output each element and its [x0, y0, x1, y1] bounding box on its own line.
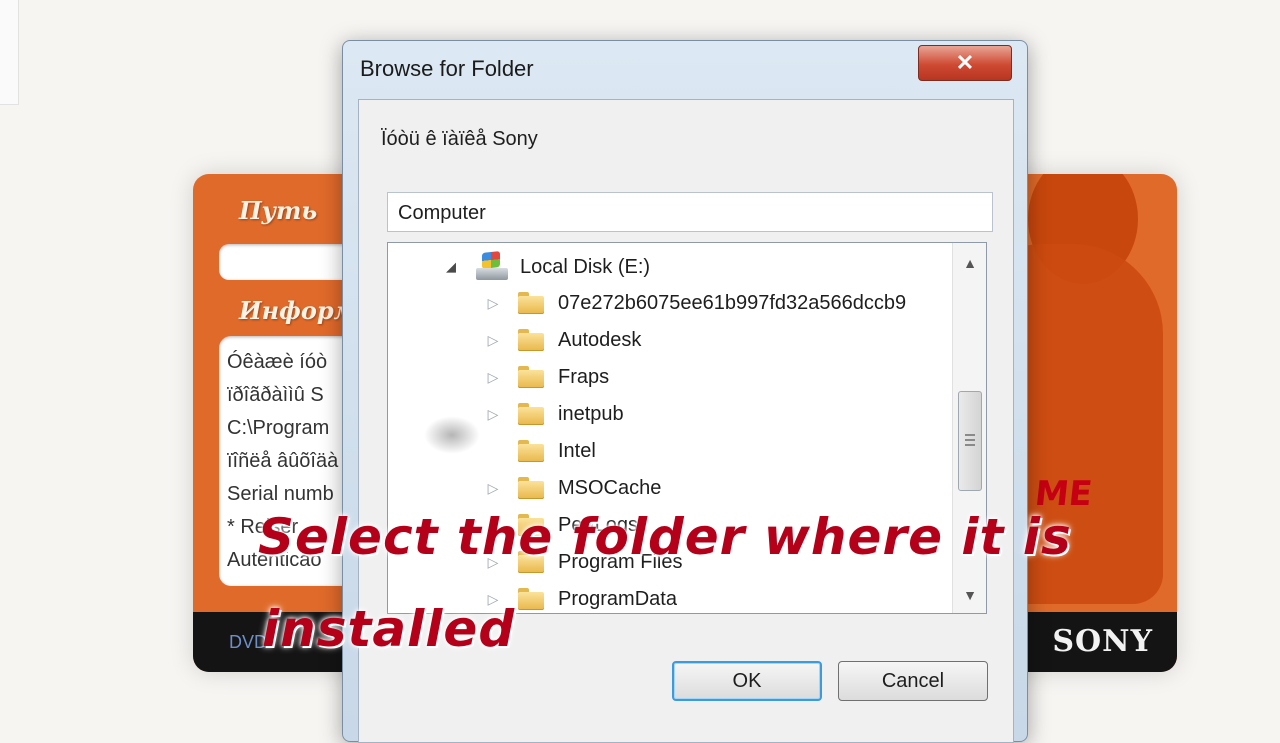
tree-item-label: 07e272b6075ee61b997fd32a566dccb9: [558, 291, 907, 314]
tree-item-label: inetpub: [558, 402, 624, 425]
info-label: Информ: [239, 296, 357, 325]
scroll-up-button[interactable]: ▲: [953, 245, 986, 281]
sony-logo: SONY: [1052, 624, 1153, 659]
folder-icon: [518, 403, 544, 425]
expand-arrow-icon[interactable]: ▷: [486, 369, 500, 386]
expand-arrow-icon[interactable]: ▷: [486, 295, 500, 312]
tree-item-folder[interactable]: ▷ Autodesk: [486, 322, 641, 358]
tutorial-caption-line-2: installed: [262, 600, 516, 658]
chevron-up-icon: ▲: [963, 255, 977, 271]
tree-item-label: Local Disk (E:): [520, 255, 651, 278]
scroll-down-button[interactable]: ▼: [953, 577, 986, 613]
selected-path-field[interactable]: Computer: [387, 192, 993, 232]
folder-icon: [518, 329, 544, 351]
chevron-down-icon: ▼: [963, 587, 977, 603]
tree-item-local-disk[interactable]: ◢ Local Disk (E:): [444, 249, 650, 285]
background-window-edge: [0, 0, 19, 105]
tree-item-folder[interactable]: ▷ Fraps: [486, 359, 609, 395]
tree-item-label: Intel: [558, 439, 596, 462]
expand-arrow-icon[interactable]: ▷: [486, 406, 500, 423]
close-icon: ✕: [955, 50, 975, 75]
drive-icon: [476, 251, 508, 282]
scroll-thumb[interactable]: [958, 391, 982, 491]
tree-item-label: ProgramData: [558, 587, 677, 610]
collapse-arrow-icon[interactable]: ◢: [444, 259, 458, 275]
dialog-prompt: Ïóòü ê ïàïêå Sony: [381, 128, 538, 150]
folder-icon: [518, 292, 544, 314]
tutorial-caption-line-1: Select the folder where it is: [258, 508, 1072, 566]
expand-arrow-icon[interactable]: ▷: [486, 480, 500, 497]
tree-item-folder[interactable]: ▷ Intel: [486, 433, 596, 469]
folder-icon: [518, 366, 544, 388]
folder-icon: [518, 440, 544, 462]
close-button[interactable]: ✕: [918, 45, 1012, 81]
tree-item-folder[interactable]: ▷ inetpub: [486, 396, 624, 432]
folder-icon: [518, 477, 544, 499]
cancel-button[interactable]: Cancel: [838, 661, 988, 701]
path-label: Путь: [239, 196, 318, 225]
tree-item-folder[interactable]: ▷ MSOCache: [486, 470, 661, 506]
expand-arrow-icon[interactable]: ▷: [486, 332, 500, 349]
dialog-title: Browse for Folder: [360, 56, 534, 81]
tree-item-label: Autodesk: [558, 328, 642, 351]
folder-icon: [518, 588, 544, 610]
tree-item-label: Fraps: [558, 365, 610, 388]
mouse-cursor-icon: [424, 416, 480, 454]
ok-button[interactable]: OK: [672, 661, 822, 701]
tree-item-folder[interactable]: ▷ 07e272b6075ee61b997fd32a566dccb9: [486, 285, 906, 321]
grip-icon: [965, 434, 975, 446]
tree-item-label: MSOCache: [558, 476, 662, 499]
